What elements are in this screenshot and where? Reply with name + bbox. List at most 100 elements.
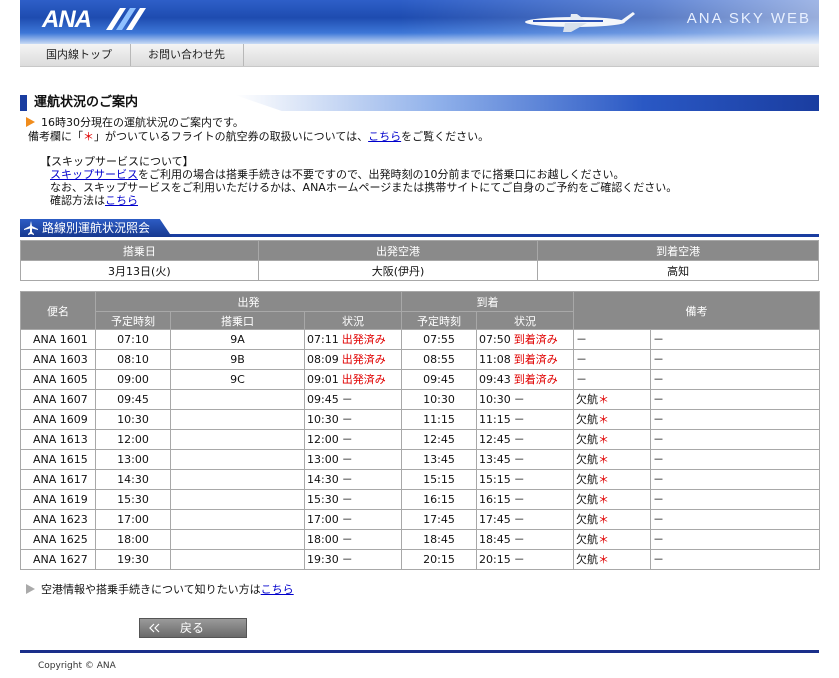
remarks-primary: － bbox=[573, 329, 652, 350]
scheduled-arrival: 10:30 bbox=[401, 389, 478, 410]
asterisk-mark: ＊ bbox=[598, 433, 610, 446]
arrival-status-note: － bbox=[513, 513, 525, 526]
boarding-date-value: 3月13日(火) bbox=[20, 260, 259, 281]
boarding-gate bbox=[170, 469, 305, 490]
asterisk-mark: ＊ bbox=[598, 393, 610, 406]
orange-arrow-icon bbox=[26, 117, 35, 127]
remarks-secondary: － bbox=[650, 469, 821, 490]
remarks-primary: 欠航＊ bbox=[573, 529, 652, 550]
departure-airport-header: 出発空港 bbox=[257, 240, 539, 261]
arrival-status-note: － bbox=[513, 433, 525, 446]
departure-status-note: － bbox=[341, 393, 353, 406]
skip-line-1: スキップサービスをご利用の場合は搭乗手続きは不要ですので、出発時刻の10分前まで… bbox=[50, 168, 625, 181]
scheduled-departure: 09:45 bbox=[95, 389, 171, 410]
departure-airport-value: 大阪(伊丹) bbox=[257, 260, 539, 281]
flight-number: ANA 1601 bbox=[20, 329, 96, 350]
remarks-primary: 欠航＊ bbox=[573, 469, 652, 490]
arrival-status-note: － bbox=[513, 533, 525, 546]
flight-row: ANA 1601 07:10 9A 07:11 出発済み 07:55 07:50 到着済み－－ bbox=[20, 329, 821, 350]
flight-number: ANA 1607 bbox=[20, 389, 96, 410]
title-gradient-rule bbox=[235, 95, 819, 111]
confirmation-method-link[interactable]: こちら bbox=[105, 194, 138, 207]
site-header: ANA ANA SKY WEB bbox=[20, 0, 819, 44]
remarks-primary: 欠航＊ bbox=[573, 389, 652, 410]
departure-status-note: － bbox=[341, 453, 353, 466]
remarks-secondary: － bbox=[650, 509, 821, 530]
flights-header-row-1: 便名 出発 到着 備考 bbox=[20, 291, 821, 330]
arrival-status-note: 到着済み bbox=[513, 333, 558, 346]
departure-status-note: － bbox=[341, 413, 353, 426]
scheduled-departure: 14:30 bbox=[95, 469, 171, 490]
back-button[interactable]: 戻る bbox=[139, 618, 247, 638]
flight-row: ANA 1607 09:45 09:45 － 10:30 10:30 －欠航＊－ bbox=[20, 389, 821, 410]
boarding-gate bbox=[170, 449, 305, 470]
arrival-status: 07:50 到着済み bbox=[476, 329, 575, 350]
arrival-status: 18:45 － bbox=[476, 529, 575, 550]
arrival-status: 10:30 － bbox=[476, 389, 575, 410]
departure-status: 07:11 出発済み bbox=[303, 329, 403, 350]
notice-line-1: 16時30分現在の運航状況のご案内です。 bbox=[26, 116, 816, 130]
skip-line-2: なお、スキップサービスをご利用いただけるかは、ANAホームページまたは携帯サイト… bbox=[50, 181, 678, 194]
scheduled-departure: 13:00 bbox=[95, 449, 171, 470]
scheduled-arrival: 13:45 bbox=[401, 449, 478, 470]
skip-service-link[interactable]: スキップサービス bbox=[50, 168, 138, 181]
departure-status: 17:00 － bbox=[303, 509, 403, 530]
section-tab: 路線別運航状況照会 bbox=[20, 219, 172, 237]
flight-row: ANA 1609 10:30 10:30 － 11:15 11:15 －欠航＊－ bbox=[20, 409, 821, 430]
remarks-secondary: － bbox=[650, 329, 821, 350]
arrival-status: 09:43 到着済み bbox=[476, 369, 575, 390]
boarding-gate: 9A bbox=[170, 329, 305, 350]
asterisk-mark: ＊ bbox=[83, 130, 94, 143]
asterisk-mark: ＊ bbox=[598, 473, 610, 486]
departure-status: 12:00 － bbox=[303, 429, 403, 450]
back-button-label: 戻る bbox=[180, 621, 205, 635]
boarding-date-header: 搭乗日 bbox=[20, 240, 259, 261]
departure-status: 10:30 － bbox=[303, 409, 403, 430]
scheduled-departure: 09:00 bbox=[95, 369, 171, 390]
arrival-status-note: － bbox=[513, 453, 525, 466]
arrival-status: 11:08 到着済み bbox=[476, 349, 575, 370]
airport-info-link[interactable]: こちら bbox=[261, 583, 294, 596]
footer-rule bbox=[20, 650, 819, 653]
scheduled-arrival: 07:55 bbox=[401, 329, 478, 350]
scheduled-departure: 12:00 bbox=[95, 429, 171, 450]
arrival-status: 15:15 － bbox=[476, 469, 575, 490]
flight-row: ANA 1619 15:30 15:30 － 16:15 16:15 －欠航＊－ bbox=[20, 489, 821, 510]
flight-row: ANA 1627 19:30 19:30 － 20:15 20:15 －欠航＊－ bbox=[20, 549, 821, 570]
skip-heading: 【スキップサービスについて】 bbox=[40, 155, 194, 168]
airplane-icon bbox=[525, 12, 635, 32]
scheduled-arrival: 16:15 bbox=[401, 489, 478, 510]
boarding-gate bbox=[170, 549, 305, 570]
flight-row: ANA 1623 17:00 17:00 － 17:45 17:45 －欠航＊－ bbox=[20, 509, 821, 530]
boarding-gate bbox=[170, 489, 305, 510]
nav-contact[interactable]: お問い合わせ先 bbox=[130, 44, 244, 66]
remarks-primary: 欠航＊ bbox=[573, 509, 652, 530]
title-bar: 運航状況のご案内 bbox=[20, 95, 819, 111]
scheduled-arrival: 17:45 bbox=[401, 509, 478, 530]
asterisk-mark: ＊ bbox=[598, 513, 610, 526]
ticket-handling-link[interactable]: こちら bbox=[368, 130, 401, 143]
remarks-secondary: － bbox=[650, 409, 821, 430]
scheduled-departure: 07:10 bbox=[95, 329, 171, 350]
boarding-gate bbox=[170, 509, 305, 530]
asterisk-mark: ＊ bbox=[598, 453, 610, 466]
route-value-row: 3月13日(火) 大阪(伊丹) 高知 bbox=[20, 260, 819, 281]
remarks-secondary: － bbox=[650, 369, 821, 390]
departure-status-note: － bbox=[341, 533, 353, 546]
departure-header: 出発 bbox=[94, 291, 403, 312]
nav-domestic-top[interactable]: 国内線トップ bbox=[28, 44, 131, 66]
scheduled-arrival: 15:15 bbox=[401, 469, 478, 490]
asterisk-mark: ＊ bbox=[598, 553, 610, 566]
remarks-primary: 欠航＊ bbox=[573, 409, 652, 430]
remarks-primary: － bbox=[573, 349, 652, 370]
scheduled-arrival: 12:45 bbox=[401, 429, 478, 450]
departure-status-note: － bbox=[341, 553, 353, 566]
ana-logo[interactable]: ANA bbox=[42, 6, 92, 34]
flight-row: ANA 1605 09:00 9C 09:01 出発済み 09:45 09:43 到着済み－－ bbox=[20, 369, 821, 390]
boarding-gate: 9B bbox=[170, 349, 305, 370]
departure-status: 19:30 － bbox=[303, 549, 403, 570]
flight-number: ANA 1603 bbox=[20, 349, 96, 370]
airport-info-line: 空港情報や搭乗手続きについて知りたい方はこちら bbox=[26, 583, 294, 597]
departure-status-note: 出発済み bbox=[341, 353, 386, 366]
asterisk-mark: ＊ bbox=[598, 413, 610, 426]
